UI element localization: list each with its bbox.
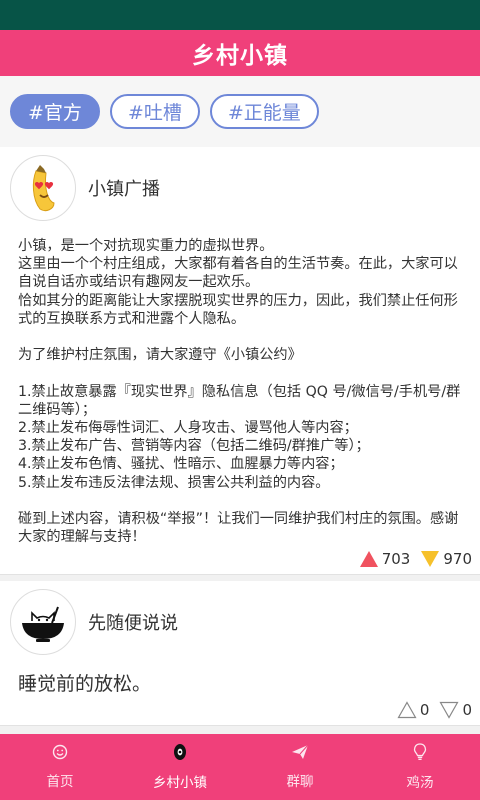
tag-positive-energy[interactable]: #正能量 — [209, 94, 319, 129]
tab-label: 首页 — [46, 774, 74, 790]
triangle-up-outline-icon — [397, 701, 417, 719]
status-bar — [0, 0, 480, 30]
lightbulb-icon — [413, 743, 427, 760]
avatar[interactable] — [10, 589, 76, 656]
post-paragraph: 1.禁止故意暴露『现实世界』隐私信息（包括 QQ 号/微信号/手机号/群二维码等… — [18, 383, 461, 418]
post-author[interactable]: 先随便说说 — [88, 609, 178, 635]
triangle-down-outline-icon — [439, 702, 459, 720]
tab-home[interactable]: 首页 — [0, 734, 120, 800]
post-content: 睡觉前的放松。 — [0, 655, 480, 697]
downvote-button[interactable]: 0 — [439, 701, 472, 719]
post-paragraph — [18, 492, 462, 510]
paper-plane-icon — [292, 744, 309, 759]
post-author[interactable]: 小镇广播 — [88, 175, 160, 201]
upvote-button[interactable]: 0 — [397, 701, 430, 720]
bottom-tab-bar: 首页 乡村小镇 群聊 鸡汤 — [0, 734, 480, 800]
downvote-button[interactable]: 970 — [420, 550, 472, 568]
triangle-down-icon — [421, 551, 440, 568]
post-paragraph: 4.禁止发布色情、骚扰、性暗示、血腥暴力等内容； — [18, 456, 344, 473]
triangle-up-icon — [359, 551, 378, 568]
post-card: 先随便说说 睡觉前的放松。 0 0 — [0, 581, 480, 727]
tab-group-chat[interactable]: 群聊 — [240, 734, 360, 800]
tag-complain[interactable]: #吐槽 — [109, 94, 200, 129]
vote-bar: 0 0 — [0, 697, 480, 725]
post-paragraph: 睡觉前的放松。 — [18, 673, 152, 696]
post-card: 小镇广播 小镇，是一个对抗现实重力的虚拟世界。 这里由一个个村庄组成，大家都有着… — [0, 147, 480, 576]
downvote-count: 970 — [443, 550, 472, 569]
tab-label: 乡村小镇 — [153, 775, 207, 791]
downvote-count: 0 — [462, 701, 472, 720]
post-paragraph: 恰如其分的距离能让大家摆脱现实世界的压力，因此，我们禁止任何形式的互换联系方式和… — [18, 292, 458, 327]
post-paragraph: 2.禁止发布侮辱性词汇、人身攻击、谩骂他人等内容； — [18, 420, 358, 436]
upvote-count: 0 — [419, 701, 430, 720]
post-paragraph: 小镇，是一个对抗现实重力的虚拟世界。 — [18, 238, 274, 254]
post-header: 先随便说说 — [0, 581, 480, 656]
tag-official[interactable]: #官方 — [10, 94, 100, 129]
village-eye-icon — [174, 744, 186, 760]
tab-label: 群聊 — [286, 774, 314, 790]
tab-label: 鸡汤 — [406, 775, 434, 791]
post-header: 小镇广播 — [0, 147, 480, 221]
tab-village[interactable]: 乡村小镇 — [120, 734, 240, 800]
post-paragraph: 3.禁止发布广告、营销等内容（包括二维码/群推广等）； — [18, 438, 370, 455]
banana-heart-eyes-icon — [32, 165, 55, 212]
post-paragraph — [18, 364, 462, 382]
app-bar: 乡村小镇 — [0, 30, 480, 76]
vote-bar: 703 970 — [0, 546, 480, 574]
post-paragraph: 这里由一个个村庄组成，大家都有着各自的生活节奏。在此，大家可以自说自话亦或结识有… — [18, 256, 458, 291]
upvote-count: 703 — [381, 550, 411, 569]
tag-filter-bar: #官方 #吐槽 #正能量 — [0, 76, 480, 147]
post-content: 小镇，是一个对抗现实重力的虚拟世界。 这里由一个个村庄组成，大家都有着各自的生活… — [0, 221, 480, 546]
avatar[interactable] — [10, 155, 76, 221]
post-paragraph: 5.禁止发布违反法律法规、损害公共利益的内容。 — [18, 474, 330, 491]
post-paragraph: 碰到上述内容，请积极“举报”！让我们一同维护我们村庄的氛围。感谢大家的理解与支持… — [18, 511, 459, 546]
cat-in-bowl-icon — [22, 607, 64, 643]
upvote-button[interactable]: 703 — [359, 550, 411, 569]
tab-chicken-soup[interactable]: 鸡汤 — [360, 734, 480, 800]
smile-icon — [52, 744, 68, 760]
post-paragraph — [18, 328, 462, 346]
post-paragraph: 为了维护村庄氛围，请大家遵守《小镇公约》 — [18, 347, 302, 364]
page-title: 乡村小镇 — [192, 43, 288, 69]
